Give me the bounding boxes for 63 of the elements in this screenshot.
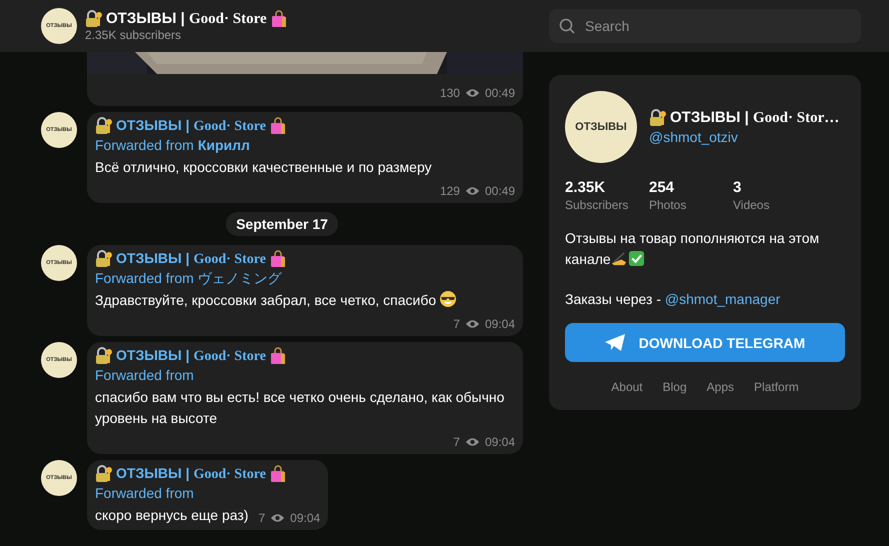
message-time: 09:04	[290, 510, 320, 526]
view-count: 129	[440, 183, 460, 199]
footer-link[interactable]: Blog	[662, 380, 687, 394]
shopping-bag-icon	[268, 347, 287, 365]
stat-value: 2.35K	[565, 179, 606, 196]
shopping-bag-icon	[268, 117, 287, 135]
avatar-text: ОТЗЫВЫ	[575, 121, 627, 133]
message-time: 09:04	[484, 316, 515, 332]
stat-label: Photos	[649, 198, 688, 212]
shopping-bag-icon	[268, 250, 287, 268]
author-name[interactable]: ОТЗЫВЫ | Good· Store	[116, 465, 266, 483]
author-name[interactable]: ОТЗЫВЫ | Good· Store	[116, 117, 266, 135]
manager-link[interactable]: @shmot_manager	[664, 291, 780, 307]
author-name[interactable]: ОТЗЫВЫ | Good· Store	[116, 250, 266, 268]
lock-key-icon	[95, 347, 113, 365]
paper-plane-icon	[604, 334, 625, 351]
stat-value: 254	[649, 179, 676, 196]
view-count: 7	[453, 316, 460, 332]
message-time: 00:49	[484, 85, 515, 101]
footer-link[interactable]: Apps	[706, 380, 734, 394]
footer-link[interactable]: Platform	[754, 380, 799, 394]
forwarded-label: Forwarded from	[95, 136, 194, 154]
lock-key-icon	[649, 109, 667, 127]
view-count: 7	[258, 510, 266, 526]
eye-icon	[464, 437, 480, 447]
message-time: 09:04	[484, 434, 515, 450]
message-text: спасибо вам что вы есть! все четко очень сделано, как обычно уровень на высоте	[95, 388, 506, 428]
stat-label: Videos	[733, 198, 770, 212]
eye-icon	[464, 319, 480, 329]
channel-description: Отзывы на товар пополняются на этом	[565, 229, 820, 248]
lock-key-icon	[95, 465, 113, 483]
lock-key-icon	[95, 250, 113, 268]
forwarded-author[interactable]: Кирилл	[198, 136, 250, 154]
message-time: 00:49	[484, 183, 515, 199]
date-label: September 17	[226, 212, 338, 236]
author-name[interactable]: ОТЗЫВЫ | Good· Store	[116, 347, 266, 365]
view-count: 7	[453, 434, 460, 450]
lock-key-icon	[95, 117, 113, 135]
subscriber-count: 2.35K subscribers	[85, 28, 182, 42]
message-text: Здравствуйте, кроссовки забрал, все четко, спасибо	[95, 291, 436, 310]
channel-title: ОТЗЫВЫ | Good· Stor…	[670, 109, 840, 127]
stat-label: Subscribers	[565, 198, 630, 212]
search-icon	[559, 18, 575, 34]
stat-value: 3	[733, 179, 742, 196]
channel-description: канале	[565, 250, 611, 269]
eye-icon	[464, 88, 480, 98]
forwarded-label: Forwarded from	[95, 366, 194, 384]
shopping-bag-icon	[268, 465, 287, 483]
channel-username[interactable]: @shmot_otziv	[649, 129, 840, 145]
footer-link[interactable]: About	[611, 380, 643, 394]
search-field[interactable]: Search	[549, 9, 861, 43]
forwarded-label: Forwarded from	[95, 484, 194, 502]
shopping-bag-icon	[270, 10, 288, 28]
eye-icon	[464, 186, 480, 196]
orders-note: Заказы через - @shmot_manager	[565, 291, 782, 307]
message-text: Всё отлично, кроссовки качественные и по размеру	[95, 158, 432, 177]
view-count: 130	[440, 85, 460, 101]
message-text: скоро вернусь еще раз)	[95, 506, 248, 525]
channel-title: ОТЗЫВЫ | Good· Store	[106, 10, 267, 28]
eye-icon	[270, 513, 286, 523]
check-mark-icon	[628, 250, 645, 267]
lock-key-icon	[85, 10, 103, 28]
forwarded-label: Forwarded from ヴェノミング	[95, 269, 282, 287]
